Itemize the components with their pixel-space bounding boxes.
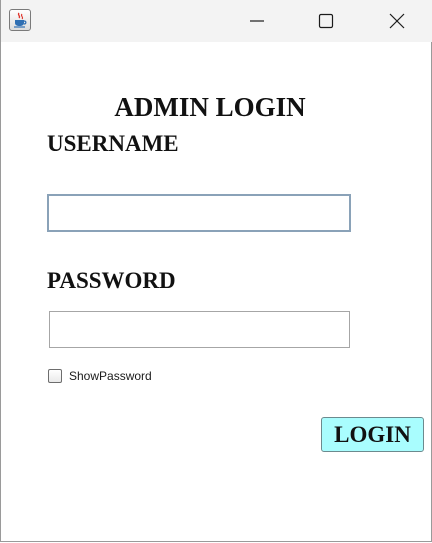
minimize-button[interactable] — [227, 0, 287, 42]
close-button[interactable] — [367, 0, 427, 42]
java-cup-icon[interactable] — [9, 9, 31, 31]
show-password-label[interactable]: ShowPassword — [69, 369, 152, 383]
maximize-button[interactable] — [296, 0, 356, 42]
minimize-icon — [250, 20, 264, 22]
username-field[interactable] — [47, 194, 351, 232]
password-field[interactable] — [49, 311, 350, 348]
username-label: USERNAME — [47, 131, 179, 156]
show-password-checkbox[interactable] — [48, 369, 62, 383]
login-window: ADMIN LOGIN USERNAME PASSWORD ShowPasswo… — [0, 0, 432, 542]
title-bar[interactable] — [1, 0, 432, 42]
show-password-toggle[interactable]: ShowPassword — [48, 369, 152, 383]
login-button[interactable]: LOGIN — [321, 417, 424, 452]
password-label: PASSWORD — [47, 268, 176, 293]
page-title: ADMIN LOGIN — [114, 92, 306, 122]
close-icon — [389, 13, 405, 29]
maximize-icon — [318, 13, 334, 29]
